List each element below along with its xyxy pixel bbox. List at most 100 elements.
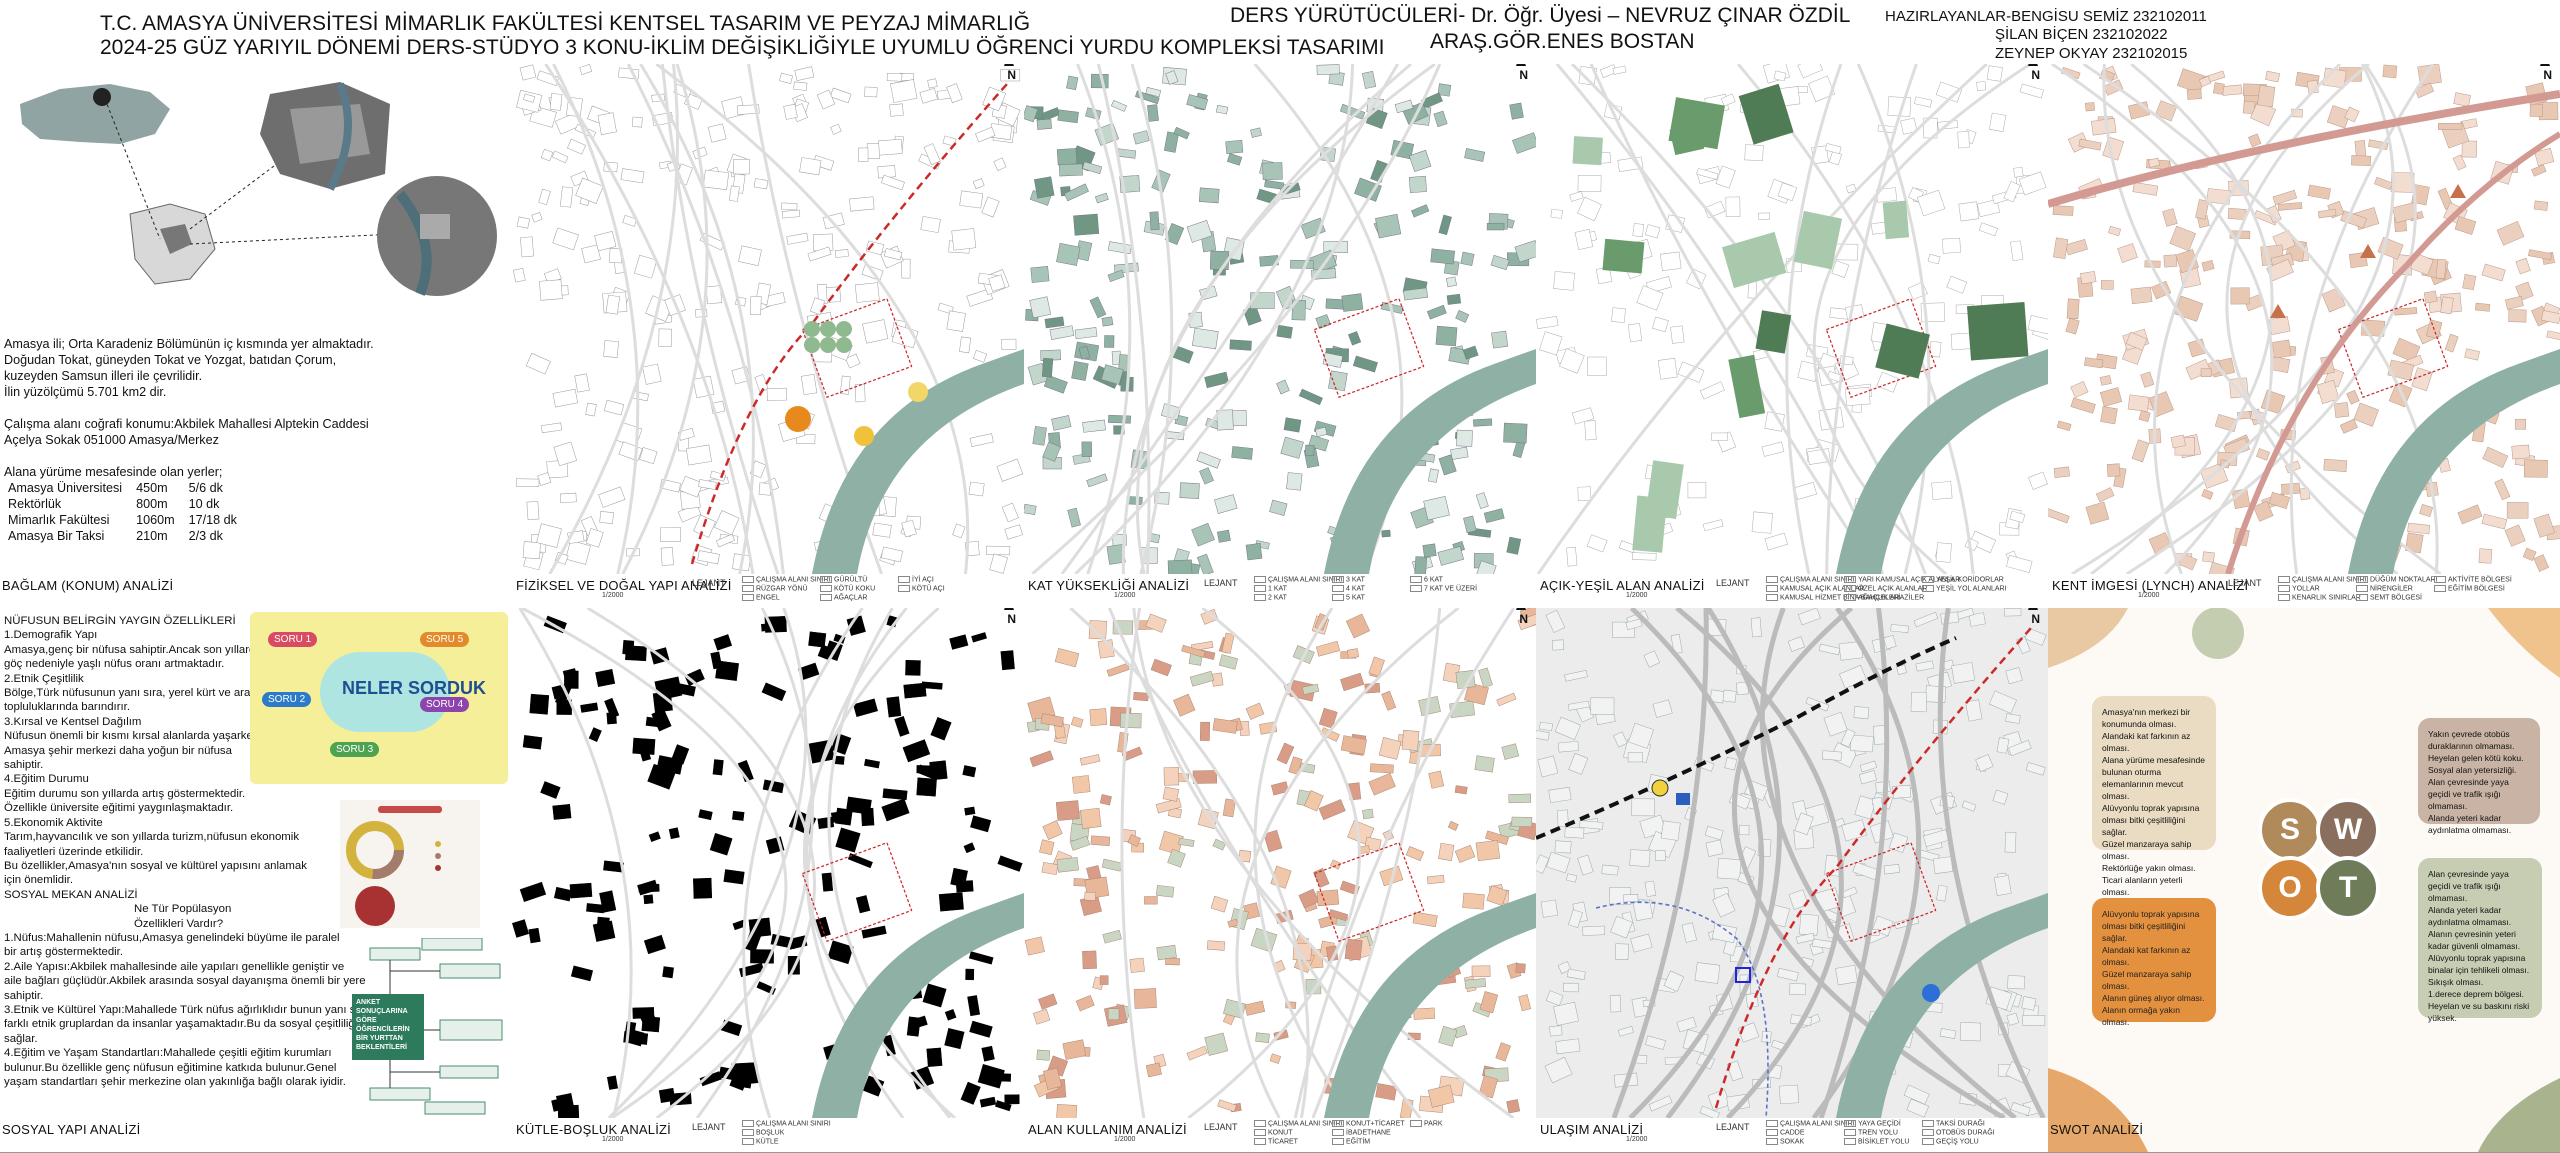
building xyxy=(1099,975,1109,985)
building xyxy=(1474,755,1495,773)
scale-text: 1/2000 xyxy=(1626,1136,1648,1143)
building xyxy=(1506,1099,1521,1114)
building xyxy=(1564,826,1585,839)
building xyxy=(800,374,818,396)
building xyxy=(938,892,964,912)
building xyxy=(1951,662,1976,684)
building xyxy=(631,116,643,128)
building xyxy=(866,143,881,159)
building xyxy=(926,1047,943,1067)
scale-text: 1/2000 xyxy=(1114,592,1136,599)
building xyxy=(753,178,769,190)
building xyxy=(1657,357,1678,380)
panel-label: KAT YÜKSEKLİĞİ ANALİZİ xyxy=(1028,578,1190,593)
social-panel: NÜFUSUN BELİRGİN YAYGIN ÖZELLİKLERİ 1.De… xyxy=(0,608,513,1153)
legend-item: KONUT xyxy=(1254,1129,1293,1136)
building xyxy=(1623,893,1639,903)
building xyxy=(906,1016,921,1037)
building xyxy=(1577,486,1592,502)
tree-icon xyxy=(836,321,852,337)
building xyxy=(2022,1015,2046,1026)
building xyxy=(1041,357,1054,378)
north-arrow-icon: N xyxy=(1007,612,1016,626)
building xyxy=(1217,529,1231,543)
building xyxy=(1155,884,1175,898)
building xyxy=(2257,85,2276,108)
building xyxy=(1199,721,1211,741)
north-arrow-shape xyxy=(1004,608,1014,610)
building xyxy=(878,139,903,156)
poster-q3: SORU 3 xyxy=(330,742,380,757)
building xyxy=(921,681,943,690)
building xyxy=(1426,874,1445,885)
table-row: Rektörlük 800m 10 dk xyxy=(8,497,220,511)
legend-item: YAYA GEÇİDİ xyxy=(1844,1120,1901,1127)
building xyxy=(2066,298,2080,320)
building xyxy=(528,927,541,944)
building xyxy=(1789,983,1807,996)
building xyxy=(1508,793,1532,804)
building xyxy=(860,807,875,827)
building xyxy=(2170,434,2186,449)
building xyxy=(2382,64,2398,79)
building xyxy=(1910,691,1928,713)
legend-item: RÜZGAR YÖNÜ xyxy=(742,585,808,592)
building xyxy=(862,319,889,344)
building xyxy=(1935,542,1952,563)
building xyxy=(1464,978,1487,989)
swot-o-circle: O xyxy=(2258,856,2322,920)
legend-item: 1 KAT xyxy=(1254,585,1287,592)
legend-title: LEJANT xyxy=(692,578,726,588)
legend-item: TİCARET xyxy=(1254,1138,1298,1145)
legend-item: KONUT+TİCARET xyxy=(1332,1120,1405,1127)
tree-icon xyxy=(804,337,820,353)
building xyxy=(1056,1103,1078,1124)
building xyxy=(1120,712,1142,729)
building xyxy=(723,869,745,885)
legend-item: YOLLAR xyxy=(2278,585,2320,592)
building xyxy=(808,631,827,648)
building xyxy=(1750,617,1762,638)
building xyxy=(781,202,798,211)
building xyxy=(1557,741,1579,753)
building xyxy=(1430,248,1456,265)
map-drawing xyxy=(512,64,1024,575)
building xyxy=(1554,840,1572,854)
building xyxy=(733,158,750,175)
legend-item: İYİ AÇI xyxy=(898,576,934,583)
building xyxy=(1369,763,1394,774)
building xyxy=(1601,864,1619,876)
building xyxy=(1192,327,1219,350)
location-desc: Amasya ili; Orta Karadeniz Bölümünün iç … xyxy=(4,337,374,543)
scale-text: 1/2000 xyxy=(602,1136,624,1143)
building xyxy=(1587,356,1607,376)
sun-icon xyxy=(908,382,928,402)
building xyxy=(965,968,975,981)
building xyxy=(2478,548,2493,564)
building xyxy=(1758,212,1771,220)
building xyxy=(1491,330,1509,349)
building xyxy=(1942,237,1961,254)
building xyxy=(1744,144,1764,162)
building xyxy=(1631,798,1656,817)
building xyxy=(2334,402,2350,418)
building xyxy=(2004,831,2017,853)
building xyxy=(2511,444,2530,460)
building xyxy=(812,233,834,252)
legend-item: 4 KAT xyxy=(1332,585,1365,592)
building xyxy=(552,803,572,820)
building xyxy=(1853,706,1870,720)
legend-item: OTOBÜS DURAĞI xyxy=(1922,1129,1995,1136)
scale-text: 1/2000 xyxy=(602,592,624,599)
building xyxy=(2004,608,2022,617)
building xyxy=(1779,1084,1800,1105)
legend-item: DÜĞÜM NOKTALARI xyxy=(2356,576,2438,583)
building xyxy=(1660,820,1681,841)
building xyxy=(1446,293,1462,305)
instructors: DERS YÜRÜTÜCÜLERİ- Dr. Öğr. Üyesi – NEVR… xyxy=(1230,4,1851,27)
legend-item: SOKAK xyxy=(1766,1138,1804,1145)
building xyxy=(1670,325,1685,344)
north-arrow-icon: N xyxy=(1519,612,1528,626)
building xyxy=(1179,482,1200,499)
building xyxy=(2461,140,2478,158)
